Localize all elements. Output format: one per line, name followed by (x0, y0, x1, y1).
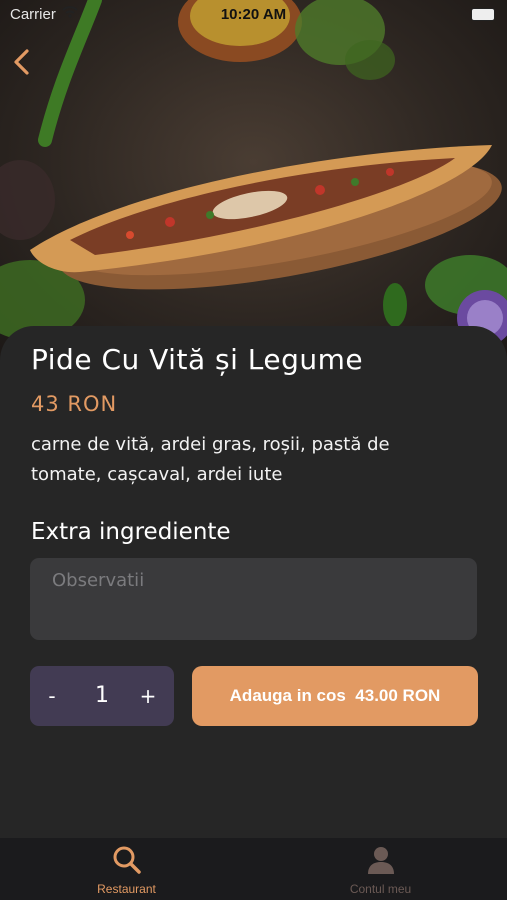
add-to-cart-button[interactable]: Adauga in cos 43.00 RON (192, 666, 478, 726)
extras-heading: Extra ingrediente (31, 519, 231, 545)
tab-restaurant[interactable]: Restaurant (0, 838, 253, 900)
status-bar: Carrier 10:20 AM (0, 0, 507, 28)
notes-field[interactable] (30, 558, 477, 640)
quantity-stepper: - 1 + (30, 666, 174, 726)
tab-account-label: Contul meu (349, 882, 412, 896)
user-icon (367, 847, 394, 874)
product-title: Pide Cu Vită și Legume (31, 343, 364, 376)
increase-button[interactable]: + (126, 666, 170, 726)
status-time: 10:20 AM (220, 6, 287, 23)
product-photo (0, 0, 507, 360)
decrease-button[interactable]: - (30, 666, 74, 726)
product-description: carne de vită, ardei gras, roșii, pastă … (31, 434, 390, 485)
tab-bar: Restaurant Contul meu (0, 838, 507, 900)
back-button[interactable] (8, 44, 38, 80)
battery-icon (471, 8, 495, 21)
chevron-left-icon (14, 49, 29, 75)
tab-account[interactable]: Contul meu (254, 838, 507, 900)
search-icon (113, 846, 141, 874)
quantity-value: 1 (95, 683, 109, 708)
product-price: 43 RON (31, 392, 118, 416)
tab-restaurant-label: Restaurant (97, 882, 156, 896)
